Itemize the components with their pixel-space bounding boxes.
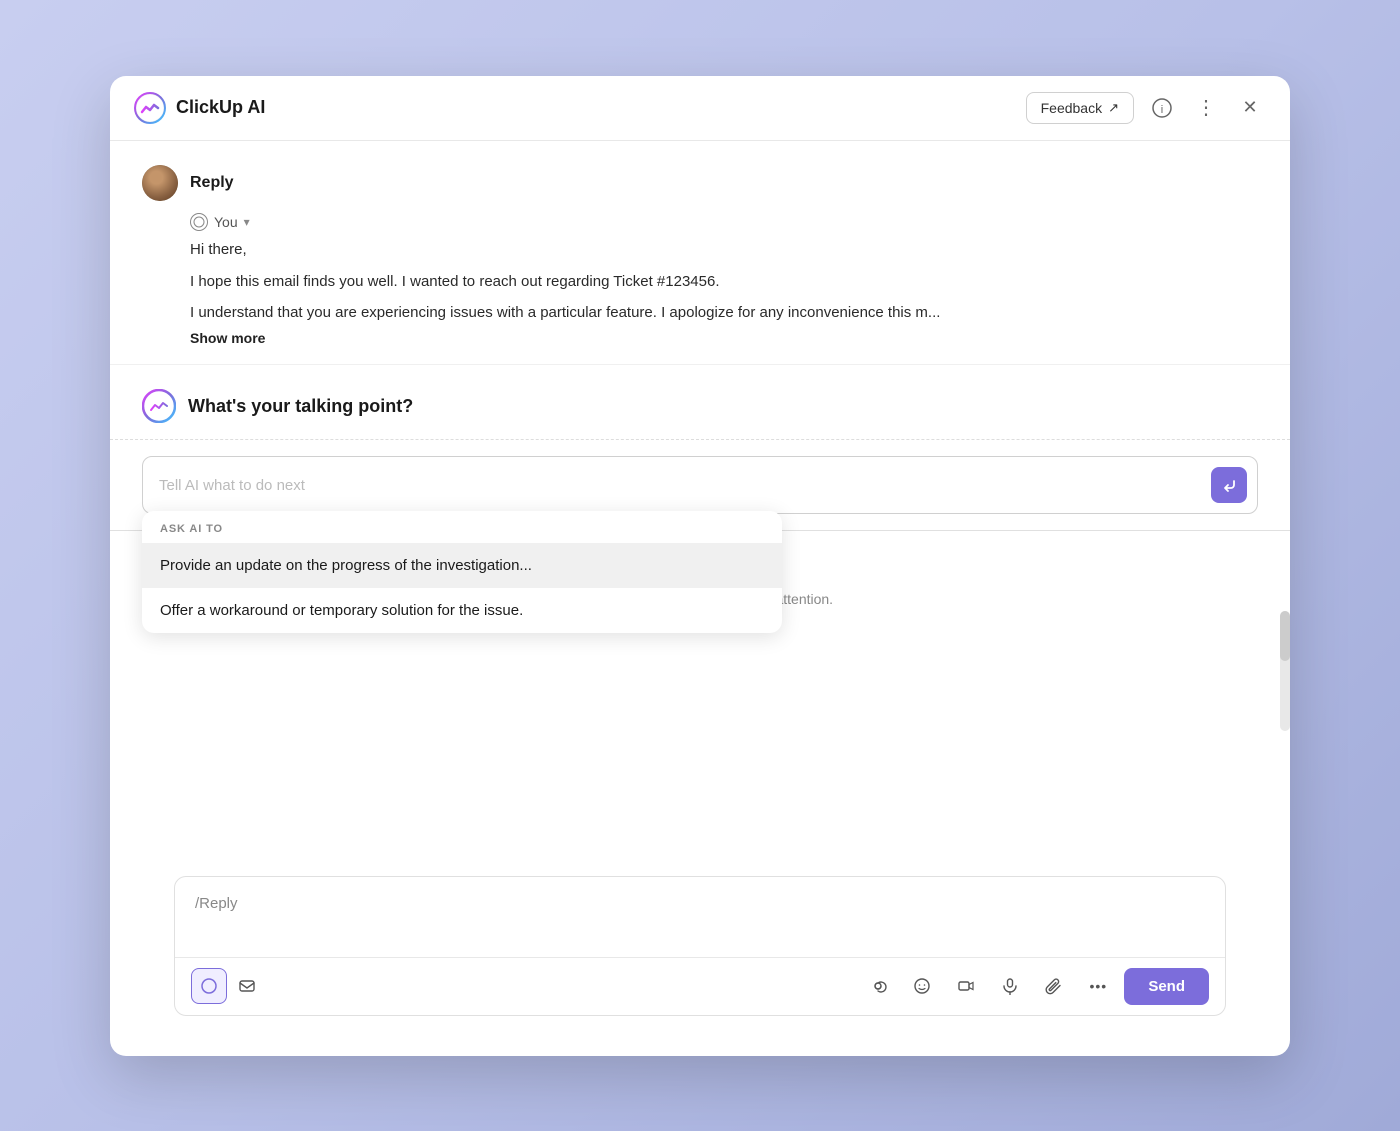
ai-logo-icon <box>142 389 176 423</box>
emoji-icon <box>913 977 931 995</box>
info-button[interactable]: i <box>1146 92 1178 124</box>
editor-content: /Reply <box>195 895 238 912</box>
main-panel: ClickUp AI Feedback ↗ i ⋮ ✕ <box>110 76 1290 1056</box>
chevron-down-icon[interactable]: ▾ <box>244 215 250 229</box>
ai-input-wrapper <box>142 456 1258 514</box>
mention-button[interactable] <box>860 968 896 1004</box>
feedback-label: Feedback <box>1041 100 1102 116</box>
attach-button[interactable] <box>1036 968 1072 1004</box>
more-button[interactable]: ⋮ <box>1190 92 1222 124</box>
header-left: ClickUp AI <box>134 92 265 124</box>
show-more-button[interactable]: Show more <box>190 330 265 346</box>
editor-body[interactable]: /Reply <box>175 877 1225 957</box>
avatar <box>142 165 178 201</box>
email-body-1: I hope this email finds you well. I want… <box>190 271 1258 294</box>
ask-ai-item-2[interactable]: Offer a workaround or temporary solution… <box>142 588 782 633</box>
email-mode-button[interactable] <box>229 968 265 1004</box>
reply-label: Reply <box>190 174 234 192</box>
scrollbar-track <box>1280 611 1290 731</box>
editor-toolbar: ••• Send <box>175 957 1225 1015</box>
toolbar-group-reply <box>191 968 265 1004</box>
scrollbar-thumb[interactable] <box>1280 611 1290 661</box>
ask-ai-header: ASK AI TO <box>142 511 782 543</box>
comment-mode-button[interactable] <box>191 968 227 1004</box>
video-button[interactable] <box>948 968 984 1004</box>
video-icon <box>957 977 975 995</box>
reply-section: Reply You ▾ Hi there, I hope this email … <box>110 141 1290 366</box>
more-icon: ⋮ <box>1196 95 1216 120</box>
you-icon <box>190 213 208 231</box>
header-right: Feedback ↗ i ⋮ ✕ <box>1026 92 1266 124</box>
app-title: ClickUp AI <box>176 97 265 118</box>
mic-button[interactable] <box>992 968 1028 1004</box>
ask-ai-dropdown: ASK AI TO Provide an update on the progr… <box>142 511 782 633</box>
feedback-button[interactable]: Feedback ↗ <box>1026 92 1134 124</box>
email-icon <box>238 977 256 995</box>
svg-text:i: i <box>1161 104 1163 116</box>
main-content: Reply You ▾ Hi there, I hope this email … <box>110 141 1290 1056</box>
reply-editor: /Reply <box>174 876 1226 1016</box>
emoji-button[interactable] <box>904 968 940 1004</box>
return-icon <box>1220 476 1238 494</box>
ai-input[interactable] <box>159 477 1203 494</box>
ai-section: What's your talking point? <box>110 365 1290 440</box>
external-link-icon: ↗ <box>1108 100 1119 116</box>
more-toolbar-icon: ••• <box>1089 978 1107 994</box>
you-label: You <box>214 214 238 230</box>
ai-header: What's your talking point? <box>142 389 1258 423</box>
close-button[interactable]: ✕ <box>1234 92 1266 124</box>
send-button[interactable]: Send <box>1124 968 1209 1005</box>
email-greeting: Hi there, <box>190 239 1258 262</box>
you-row: You ▾ <box>190 213 1258 231</box>
at-icon <box>869 977 887 995</box>
paperclip-icon <box>1045 977 1063 995</box>
ask-ai-item-1[interactable]: Provide an update on the progress of the… <box>142 543 782 588</box>
close-icon: ✕ <box>1242 97 1257 118</box>
reply-body: You ▾ Hi there, I hope this email finds … <box>142 213 1258 349</box>
submit-button[interactable] <box>1211 467 1247 503</box>
comment-bubble-icon <box>193 216 205 228</box>
email-body-2: I understand that you are experiencing i… <box>190 302 1258 325</box>
avatar-image <box>142 165 178 201</box>
comment-icon <box>200 977 218 995</box>
mic-icon <box>1001 977 1019 995</box>
more-toolbar-button[interactable]: ••• <box>1080 968 1116 1004</box>
ai-question: What's your talking point? <box>188 396 413 417</box>
header: ClickUp AI Feedback ↗ i ⋮ ✕ <box>110 76 1290 141</box>
clickup-logo-icon <box>134 92 166 124</box>
reply-header: Reply <box>142 165 1258 201</box>
info-icon: i <box>1152 98 1172 118</box>
